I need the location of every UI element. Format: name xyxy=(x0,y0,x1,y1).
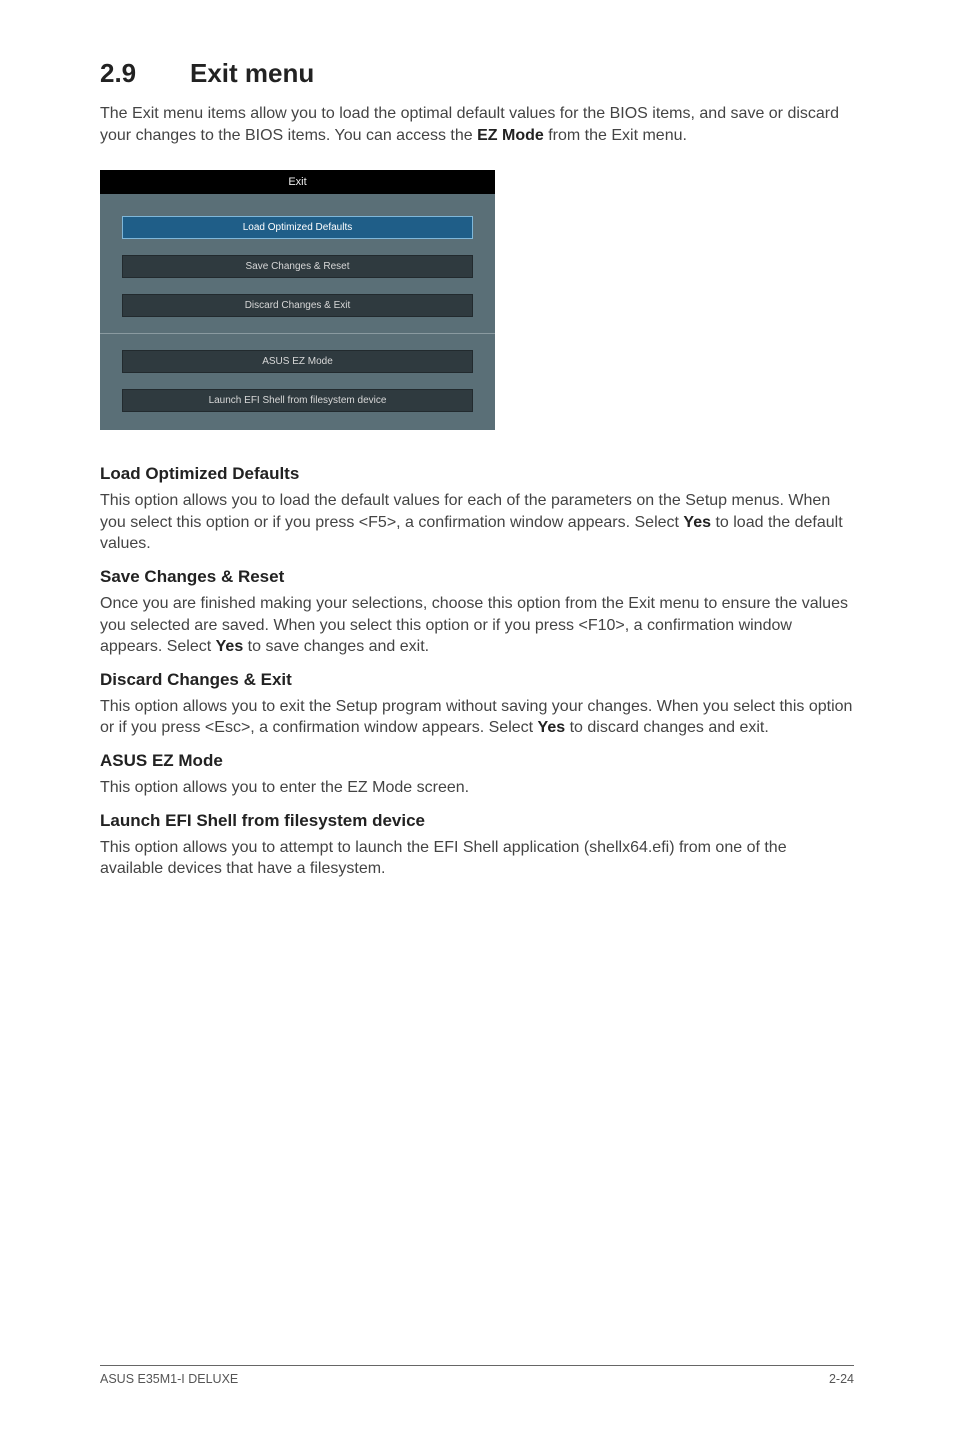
launch-efi-shell-button[interactable]: Launch EFI Shell from filesystem device xyxy=(122,389,473,412)
text-post: to discard changes and exit. xyxy=(565,719,769,736)
load-defaults-heading: Load Optimized Defaults xyxy=(100,464,854,484)
discard-changes-exit-button[interactable]: Discard Changes & Exit xyxy=(122,294,473,317)
intro-bold: EZ Mode xyxy=(477,127,544,144)
text-pre: Once you are finished making your select… xyxy=(100,595,848,655)
load-optimized-defaults-button[interactable]: Load Optimized Defaults xyxy=(122,216,473,239)
exit-panel-body: Load Optimized Defaults Save Changes & R… xyxy=(100,194,495,412)
section-heading: 2.9Exit menu xyxy=(100,58,854,89)
exit-menu-panel: Exit Load Optimized Defaults Save Change… xyxy=(100,170,495,430)
launch-efi-para: This option allows you to attempt to lau… xyxy=(100,837,854,880)
ez-mode-para: This option allows you to enter the EZ M… xyxy=(100,777,854,799)
footer-left: ASUS E35M1-I DELUXE xyxy=(100,1372,238,1386)
ez-mode-heading: ASUS EZ Mode xyxy=(100,751,854,771)
save-reset-para: Once you are finished making your select… xyxy=(100,593,854,658)
section-number: 2.9 xyxy=(100,58,190,89)
text-post: to save changes and exit. xyxy=(243,638,429,655)
intro-paragraph: The Exit menu items allow you to load th… xyxy=(100,103,854,146)
exit-panel-title: Exit xyxy=(100,170,495,194)
page-footer: ASUS E35M1-I DELUXE 2-24 xyxy=(100,1365,854,1386)
asus-ez-mode-button[interactable]: ASUS EZ Mode xyxy=(122,350,473,373)
load-defaults-para: This option allows you to load the defau… xyxy=(100,490,854,555)
intro-text-pre: The Exit menu items allow you to load th… xyxy=(100,105,839,144)
text-bold: Yes xyxy=(538,719,566,736)
discard-exit-heading: Discard Changes & Exit xyxy=(100,670,854,690)
discard-exit-para: This option allows you to exit the Setup… xyxy=(100,696,854,739)
save-reset-heading: Save Changes & Reset xyxy=(100,567,854,587)
footer-right: 2-24 xyxy=(829,1372,854,1386)
text-bold: Yes xyxy=(216,638,244,655)
panel-divider xyxy=(100,333,495,334)
text-bold: Yes xyxy=(683,514,711,531)
save-changes-reset-button[interactable]: Save Changes & Reset xyxy=(122,255,473,278)
intro-text-post: from the Exit menu. xyxy=(544,127,687,144)
section-title: Exit menu xyxy=(190,58,314,88)
launch-efi-heading: Launch EFI Shell from filesystem device xyxy=(100,811,854,831)
